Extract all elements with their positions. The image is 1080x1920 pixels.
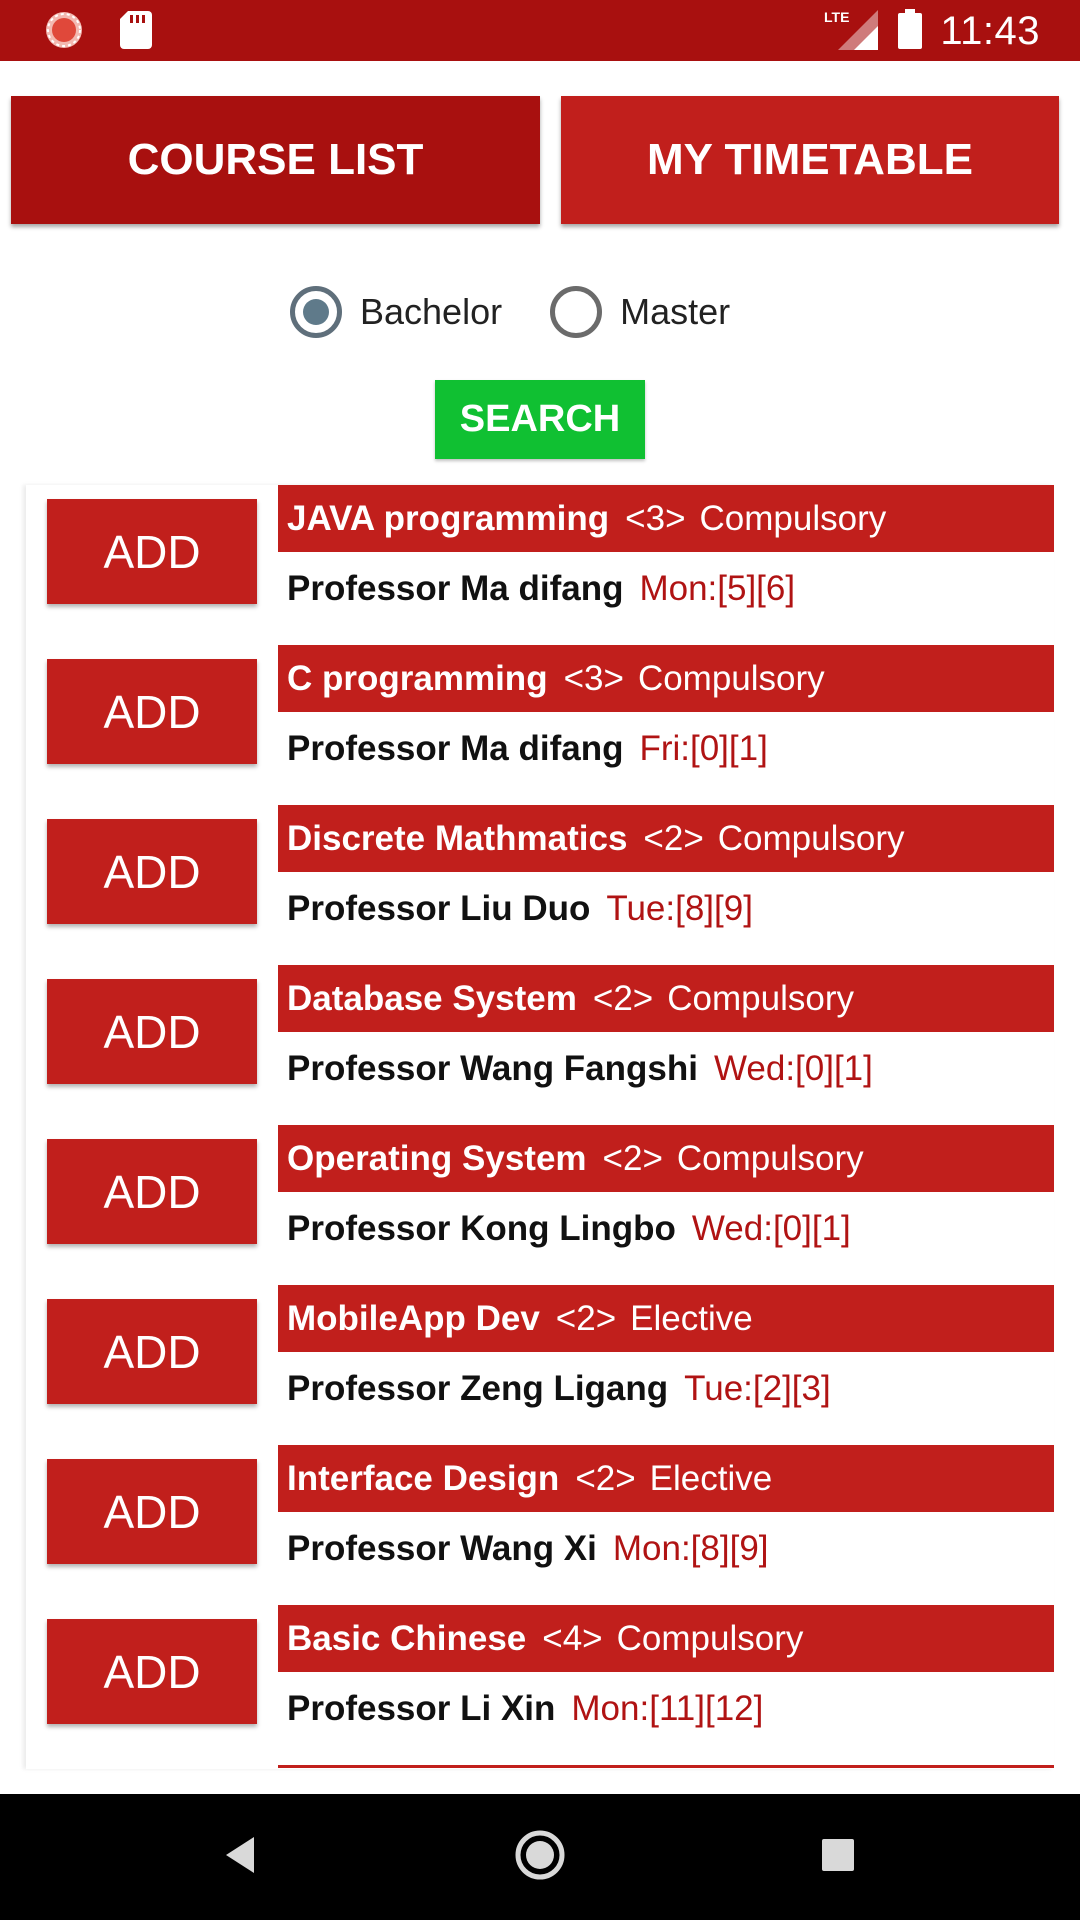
radio-bachelor-label[interactable]: Bachelor xyxy=(360,291,502,333)
course-name: C programming xyxy=(287,658,548,698)
course-name: MobileApp Dev xyxy=(287,1298,540,1338)
add-course-button[interactable]: ADD xyxy=(47,659,257,764)
radio-master[interactable]: Master xyxy=(550,286,730,338)
network-type-text: LTE xyxy=(824,9,849,25)
signal-icon: LTE xyxy=(824,6,880,57)
tab-course-list[interactable]: COURSE LIST xyxy=(11,96,540,224)
course-name: Database System xyxy=(287,978,577,1018)
app-notification-icon xyxy=(44,10,84,55)
course-time: Wed:[0][1] xyxy=(691,1209,851,1248)
course-credit: <2> xyxy=(602,1138,663,1178)
course-professor: Professor Liu Duo xyxy=(287,889,591,928)
course-credit: <2> xyxy=(643,818,704,858)
course-time: Mon:[11][12] xyxy=(571,1689,764,1728)
course-type: Compulsory xyxy=(699,498,887,538)
course-time: Wed:[0][1] xyxy=(713,1049,873,1088)
tab-my-timetable[interactable]: MY TIMETABLE xyxy=(561,96,1059,224)
course-type: Compulsory xyxy=(616,1618,804,1658)
course-detail: Professor Liu Duo Tue:[8][9] xyxy=(287,879,753,939)
course-item: ADD C programming <3> Compulsory Profess… xyxy=(26,645,1054,805)
course-name: Discrete Mathmatics xyxy=(287,818,628,858)
course-name: Interface Design xyxy=(287,1458,560,1498)
course-credit: <3> xyxy=(625,498,686,538)
degree-radio-group: Bachelor Master xyxy=(290,284,778,340)
course-item: ADD Interface Design <2> Elective Profes… xyxy=(26,1445,1054,1605)
course-detail: Professor Wang Xi Mon:[8][9] xyxy=(287,1519,769,1579)
course-detail: Professor Ma difang Mon:[5][6] xyxy=(287,559,795,619)
next-item-edge xyxy=(278,1765,1054,1768)
course-professor: Professor Kong Lingbo xyxy=(287,1209,676,1248)
radio-unchecked-icon[interactable] xyxy=(550,286,603,338)
course-detail: Professor Zeng Ligang Tue:[2][3] xyxy=(287,1359,831,1419)
course-professor: Professor Ma difang xyxy=(287,569,624,608)
course-item: ADD Discrete Mathmatics <2> Compulsory P… xyxy=(26,805,1054,965)
course-credit: <2> xyxy=(555,1298,617,1338)
course-header: C programming <3> Compulsory xyxy=(278,645,1054,712)
course-type: Elective xyxy=(630,1298,753,1338)
course-time: Tue:[8][9] xyxy=(606,889,753,928)
course-professor: Professor Wang Xi xyxy=(287,1529,597,1568)
course-credit: <2> xyxy=(575,1458,636,1498)
top-tabs: COURSE LIST MY TIMETABLE xyxy=(11,96,1059,224)
course-detail: Professor Kong Lingbo Wed:[0][1] xyxy=(287,1199,851,1259)
home-button[interactable] xyxy=(480,1794,600,1920)
course-type: Elective xyxy=(649,1458,773,1498)
course-name: Operating System xyxy=(287,1138,587,1178)
course-detail: Professor Wang Fangshi Wed:[0][1] xyxy=(287,1039,873,1099)
battery-icon xyxy=(898,9,923,54)
add-course-button[interactable]: ADD xyxy=(47,1139,257,1244)
add-course-button[interactable]: ADD xyxy=(47,979,257,1084)
course-header: Interface Design <2> Elective xyxy=(278,1445,1054,1512)
course-credit: <4> xyxy=(542,1618,603,1658)
course-professor: Professor Ma difang xyxy=(287,729,624,768)
course-detail: Professor Li Xin Mon:[11][12] xyxy=(287,1679,763,1739)
course-item: ADD JAVA programming <3> Compulsory Prof… xyxy=(26,485,1054,645)
add-course-button[interactable]: ADD xyxy=(47,1299,257,1404)
status-bar: LTE 11:43 xyxy=(0,0,1080,61)
course-credit: <2> xyxy=(592,978,654,1018)
course-detail: Professor Ma difang Fri:[0][1] xyxy=(287,719,768,779)
add-course-button[interactable]: ADD xyxy=(47,499,257,604)
course-type: Compulsory xyxy=(717,818,905,858)
course-time: Fri:[0][1] xyxy=(639,729,768,768)
course-time: Mon:[8][9] xyxy=(612,1529,769,1568)
add-course-button[interactable]: ADD xyxy=(47,819,257,924)
radio-checked-icon[interactable] xyxy=(290,286,342,338)
course-item: ADD Database System <2> Compulsory Profe… xyxy=(26,965,1054,1125)
recents-button[interactable] xyxy=(778,1794,898,1920)
course-item: ADD MobileApp Dev <2> Elective Professor… xyxy=(26,1285,1054,1445)
course-header: Operating System <2> Compulsory xyxy=(278,1125,1054,1192)
course-professor: Professor Wang Fangshi xyxy=(287,1049,698,1088)
search-button[interactable]: SEARCH xyxy=(435,380,645,459)
add-course-button[interactable]: ADD xyxy=(47,1459,257,1564)
course-type: Compulsory xyxy=(667,978,854,1018)
course-professor: Professor Zeng Ligang xyxy=(287,1369,669,1408)
course-type: Compulsory xyxy=(676,1138,864,1178)
course-time: Mon:[5][6] xyxy=(639,569,796,608)
course-professor: Professor Li Xin xyxy=(287,1689,556,1728)
course-time: Tue:[2][3] xyxy=(684,1369,831,1408)
course-item: ADD Operating System <2> Compulsory Prof… xyxy=(26,1125,1054,1285)
course-header: Basic Chinese <4> Compulsory xyxy=(278,1605,1054,1672)
home-icon xyxy=(514,1829,566,1886)
course-name: Basic Chinese xyxy=(287,1618,527,1658)
sd-card-icon xyxy=(120,11,152,54)
radio-master-label[interactable]: Master xyxy=(620,291,730,333)
course-header: Discrete Mathmatics <2> Compulsory xyxy=(278,805,1054,872)
course-header: Database System <2> Compulsory xyxy=(278,965,1054,1032)
recents-icon xyxy=(820,1837,856,1878)
back-icon xyxy=(222,1835,258,1880)
course-list[interactable]: ADD JAVA programming <3> Compulsory Prof… xyxy=(26,485,1054,1769)
navigation-bar xyxy=(0,1794,1080,1920)
radio-bachelor[interactable]: Bachelor xyxy=(290,286,502,338)
add-course-button[interactable]: ADD xyxy=(47,1619,257,1724)
course-header: JAVA programming <3> Compulsory xyxy=(278,485,1054,552)
course-header: MobileApp Dev <2> Elective xyxy=(278,1285,1054,1352)
course-type: Compulsory xyxy=(637,658,825,698)
back-button[interactable] xyxy=(180,1794,300,1920)
course-name: JAVA programming xyxy=(287,498,610,538)
course-credit: <3> xyxy=(563,658,624,698)
status-clock: 11:43 xyxy=(940,9,1040,53)
course-item: ADD Basic Chinese <4> Compulsory Profess… xyxy=(26,1605,1054,1765)
